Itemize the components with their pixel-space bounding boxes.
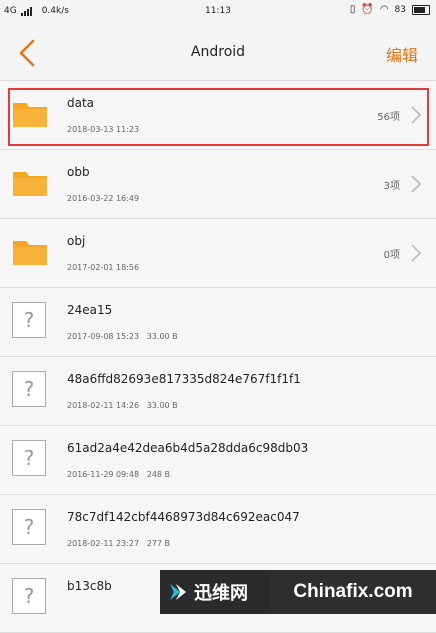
wifi-icon: ◠	[379, 4, 389, 15]
alarm-icon: ⏰	[361, 4, 374, 15]
folder-icon	[13, 172, 47, 196]
item-date: 2017-09-08 15:23	[67, 332, 140, 341]
unknown-file-icon: ?	[12, 302, 46, 338]
watermark-left-text: 迅维网	[194, 583, 248, 603]
unknown-file-icon: ?	[12, 509, 46, 545]
status-bar: 4G 0.4k/s 11:13 ▯ ⏰ ◠ 83	[0, 0, 436, 24]
unknown-file-icon: ?	[12, 578, 46, 614]
page-title: Android	[190, 44, 246, 60]
list-item[interactable]: data 2018-03-13 11:23 56项	[0, 81, 436, 150]
list-item[interactable]: obb 2016-03-22 16:49 3项	[0, 150, 436, 219]
logo-arrow-icon	[170, 584, 186, 600]
battery-percent: 83	[394, 4, 406, 15]
folder-icon	[13, 103, 47, 127]
item-date: 2018-03-13 11:23	[67, 125, 140, 134]
item-date: 2018-02-11 23:27	[67, 539, 140, 548]
item-meta: 2018-02-11 23:27 277 B	[67, 539, 170, 548]
vibrate-icon: ▯	[349, 4, 356, 15]
watermark-logo: 迅维网	[160, 570, 270, 614]
item-meta: 2018-02-11 14:26 33.00 B	[67, 401, 178, 410]
item-date: 2016-11-29 09:48	[67, 470, 140, 479]
item-name: 78c7df142cbf4468973d84c692eac047	[67, 510, 300, 524]
item-size: 248 B	[146, 470, 171, 479]
item-name: data	[67, 96, 95, 110]
item-meta: 2016-11-29 09:48 248 B	[67, 470, 170, 479]
status-right: ▯ ⏰ ◠ 83	[350, 4, 430, 15]
item-name: 24ea15	[67, 303, 113, 317]
item-name: 61ad2a4e42dea6b4d5a28dda6c98db03	[67, 441, 309, 455]
file-list: data 2018-03-13 11:23 56项 obb 2016-03-22…	[0, 81, 436, 633]
app-header: Android 编辑	[0, 24, 436, 81]
item-date: 2017-02-01 18:56	[67, 263, 140, 272]
edit-button[interactable]: 编辑	[386, 42, 418, 66]
item-size: 33.00 B	[146, 332, 178, 341]
folder-icon	[13, 241, 47, 265]
unknown-file-icon: ?	[12, 440, 46, 476]
item-count: 0项	[383, 250, 400, 261]
chevron-right-icon	[411, 106, 422, 124]
item-meta: 2017-09-08 15:23 33.00 B	[67, 332, 178, 341]
list-item[interactable]: obj 2017-02-01 18:56 0项	[0, 219, 436, 288]
item-date: 2016-03-22 16:49	[67, 194, 140, 203]
list-item[interactable]: ? 78c7df142cbf4468973d84c692eac047 2018-…	[0, 495, 436, 564]
item-name: obb	[67, 165, 90, 179]
item-size: 33.00 B	[146, 401, 178, 410]
list-item[interactable]: ? 48a6ffd82693e817335d824e767f1f1f1 2018…	[0, 357, 436, 426]
unknown-file-icon: ?	[12, 371, 46, 407]
watermark-right-text: Chinafix.com	[270, 570, 436, 614]
item-name: 48a6ffd82693e817335d824e767f1f1f1	[67, 372, 301, 386]
list-item[interactable]: ? 61ad2a4e42dea6b4d5a28dda6c98db03 2016-…	[0, 426, 436, 495]
item-name: b13c8b	[67, 579, 112, 593]
item-date: 2018-02-11 14:26	[67, 401, 140, 410]
item-size: 277 B	[146, 539, 171, 548]
watermark: 迅维网 Chinafix.com	[160, 570, 436, 614]
item-count: 3项	[383, 181, 400, 192]
item-count: 56项	[377, 112, 400, 123]
item-name: obj	[67, 234, 86, 248]
chevron-right-icon	[411, 175, 422, 193]
battery-icon	[412, 4, 430, 15]
chevron-right-icon	[411, 244, 422, 262]
list-item[interactable]: ? 24ea15 2017-09-08 15:23 33.00 B	[0, 288, 436, 357]
